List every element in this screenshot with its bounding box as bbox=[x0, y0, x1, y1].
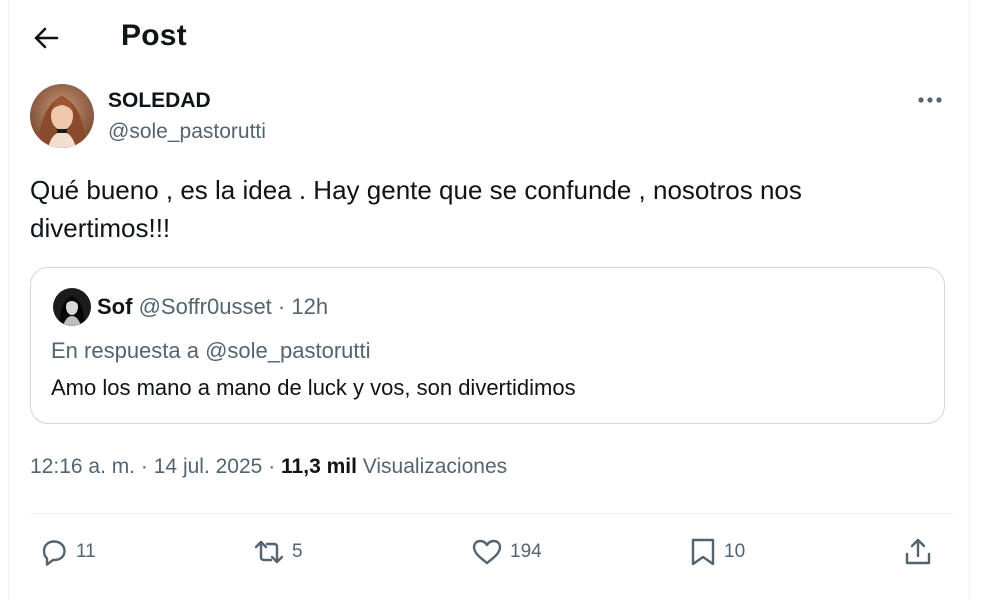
quote-separator: · bbox=[277, 294, 286, 319]
post-text: Qué bueno , es la idea . Hay gente que s… bbox=[30, 175, 802, 243]
bookmark-count: 10 bbox=[724, 541, 746, 562]
repost-count: 5 bbox=[292, 541, 303, 562]
post-time[interactable]: 12:16 a. m. bbox=[30, 455, 135, 478]
back-button[interactable] bbox=[26, 18, 66, 58]
repost-icon bbox=[254, 540, 284, 564]
reply-button[interactable]: 11 bbox=[38, 534, 96, 570]
post-date[interactable]: 14 jul. 2025 bbox=[154, 455, 263, 478]
more-options-button[interactable] bbox=[912, 86, 948, 114]
arrow-left-icon bbox=[34, 27, 59, 49]
quote-text: Amo los mano a mano de luck y vos, son d… bbox=[51, 375, 576, 400]
post-metadata: 12:16 a. m. · 14 jul. 2025 · 11,3 mil Vi… bbox=[30, 455, 507, 479]
author-avatar[interactable] bbox=[30, 84, 94, 148]
quote-author-avatar[interactable] bbox=[53, 288, 91, 326]
reply-icon bbox=[42, 540, 66, 566]
meta-separator: · bbox=[268, 455, 276, 478]
author-handle[interactable]: @sole_pastorutti bbox=[108, 120, 266, 144]
share-icon bbox=[905, 538, 931, 565]
repost-button[interactable]: 5 bbox=[252, 534, 303, 570]
timeline-left-border bbox=[8, 0, 9, 600]
divider bbox=[30, 513, 955, 514]
share-button[interactable] bbox=[902, 534, 934, 570]
author-name[interactable]: SOLEDAD bbox=[108, 89, 211, 113]
reply-count: 11 bbox=[76, 541, 96, 562]
views-label: Visualizaciones bbox=[362, 455, 508, 478]
quote-reply-context: En respuesta a @sole_pastorutti bbox=[51, 338, 371, 363]
quoted-post-card[interactable]: Sof @Soffr0usset · 12h En respuesta a @s… bbox=[30, 267, 945, 424]
post-header: Post bbox=[0, 0, 960, 75]
like-button[interactable]: 194 bbox=[470, 534, 542, 570]
quote-author-name[interactable]: Sof bbox=[97, 294, 132, 319]
bookmark-button[interactable]: 10 bbox=[688, 534, 745, 570]
quote-author-handle[interactable]: @Soffr0usset bbox=[139, 294, 272, 319]
heart-icon bbox=[472, 539, 502, 565]
views-count: 11,3 mil bbox=[281, 455, 357, 478]
quote-time[interactable]: 12h bbox=[291, 294, 328, 319]
timeline-right-border bbox=[969, 0, 970, 600]
like-count: 194 bbox=[510, 541, 542, 562]
meta-separator: · bbox=[140, 455, 148, 478]
bookmark-icon bbox=[691, 538, 715, 566]
quote-header: Sof @Soffr0usset · 12h bbox=[97, 294, 328, 320]
more-horizontal-icon bbox=[918, 97, 942, 103]
page-title: Post bbox=[121, 19, 187, 52]
